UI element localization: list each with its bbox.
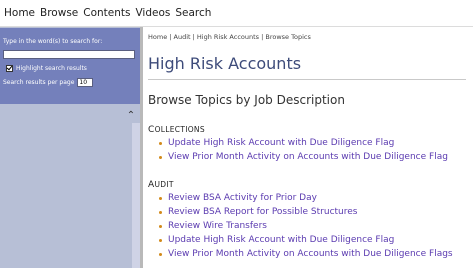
bullet-icon	[159, 196, 162, 200]
bullet-icon	[159, 252, 162, 256]
highlight-label: Highlight search results	[16, 65, 87, 72]
bullet-icon	[159, 210, 162, 214]
page-title: High Risk Accounts	[148, 54, 302, 73]
topic-link[interactable]: View Prior Month Activity on Accounts wi…	[159, 152, 448, 162]
results-per-page-input[interactable]: 10	[77, 78, 94, 87]
chevron-up-icon[interactable]: ⌃	[126, 111, 136, 121]
topic-link[interactable]: Update High Risk Account with Due Dilige…	[159, 235, 394, 245]
highlight-checkbox[interactable]	[6, 65, 13, 72]
section-heading-audit: AUDIT	[148, 180, 174, 190]
section-heading-collections: COLLECTIONS	[148, 125, 205, 135]
results-per-page-label: Search results per page	[3, 79, 75, 86]
bullet-icon	[159, 155, 162, 159]
bullet-icon	[159, 224, 162, 228]
menu-videos[interactable]: Videos	[135, 7, 170, 19]
topic-link[interactable]: View Prior Month Activity on Accounts wi…	[159, 249, 453, 259]
highlight-option: Highlight search results	[6, 65, 87, 72]
topic-link[interactable]: Update High Risk Account with Due Dilige…	[159, 138, 394, 148]
topic-link[interactable]: Review BSA Activity for Prior Day	[159, 193, 317, 203]
top-menu: Home Browse Contents Videos Search	[4, 7, 216, 19]
topic-link[interactable]: Review BSA Report for Possible Structure…	[159, 207, 357, 217]
search-panel: Type in the word(s) to search for: Highl…	[0, 28, 140, 104]
page-subtitle: Browse Topics by Job Description	[148, 93, 345, 107]
bullet-icon	[159, 238, 162, 242]
menu-browse[interactable]: Browse	[40, 7, 78, 19]
breadcrumb[interactable]: Home | Audit | High Risk Accounts | Brow…	[148, 33, 311, 41]
top-menu-bar: Home Browse Contents Videos Search	[0, 0, 473, 27]
left-pane-scrollbar[interactable]	[132, 123, 140, 268]
topic-link[interactable]: Review Wire Transfers	[159, 221, 267, 231]
search-label: Type in the word(s) to search for:	[3, 38, 103, 45]
bullet-icon	[159, 141, 162, 145]
title-divider	[148, 79, 466, 80]
menu-search[interactable]: Search	[175, 7, 211, 19]
menu-home[interactable]: Home	[4, 7, 35, 19]
search-input[interactable]	[3, 50, 135, 59]
results-per-page-option: Search results per page 10	[3, 78, 94, 87]
content-area: Home | Audit | High Risk Accounts | Brow…	[143, 27, 473, 268]
menu-contents[interactable]: Contents	[83, 7, 130, 19]
